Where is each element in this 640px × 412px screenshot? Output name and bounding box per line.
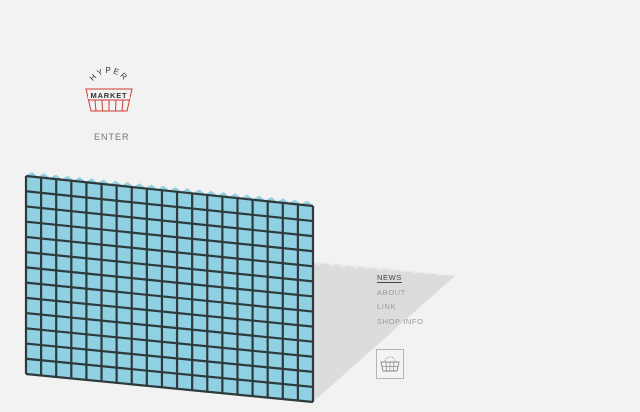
tiled-grid-illustration — [24, 172, 455, 404]
enter-link[interactable]: ENTER — [94, 132, 130, 142]
logo-label: MARKET — [91, 91, 128, 100]
cart-button[interactable] — [376, 349, 404, 379]
nav-item-link[interactable]: LINK — [377, 300, 424, 315]
nav-item-about[interactable]: ABOUT — [377, 286, 424, 301]
basket-icon — [380, 356, 400, 372]
main-nav: NEWS ABOUT LINK SHOP INFO — [377, 271, 424, 329]
nav-item-news[interactable]: NEWS — [377, 271, 424, 286]
hypermarket-logo[interactable]: HYPER MARKET — [80, 66, 138, 116]
nav-item-shop-info[interactable]: SHOP INFO — [377, 315, 424, 330]
grid-face — [24, 172, 315, 404]
logo-arc-text: HYPER — [88, 66, 130, 83]
